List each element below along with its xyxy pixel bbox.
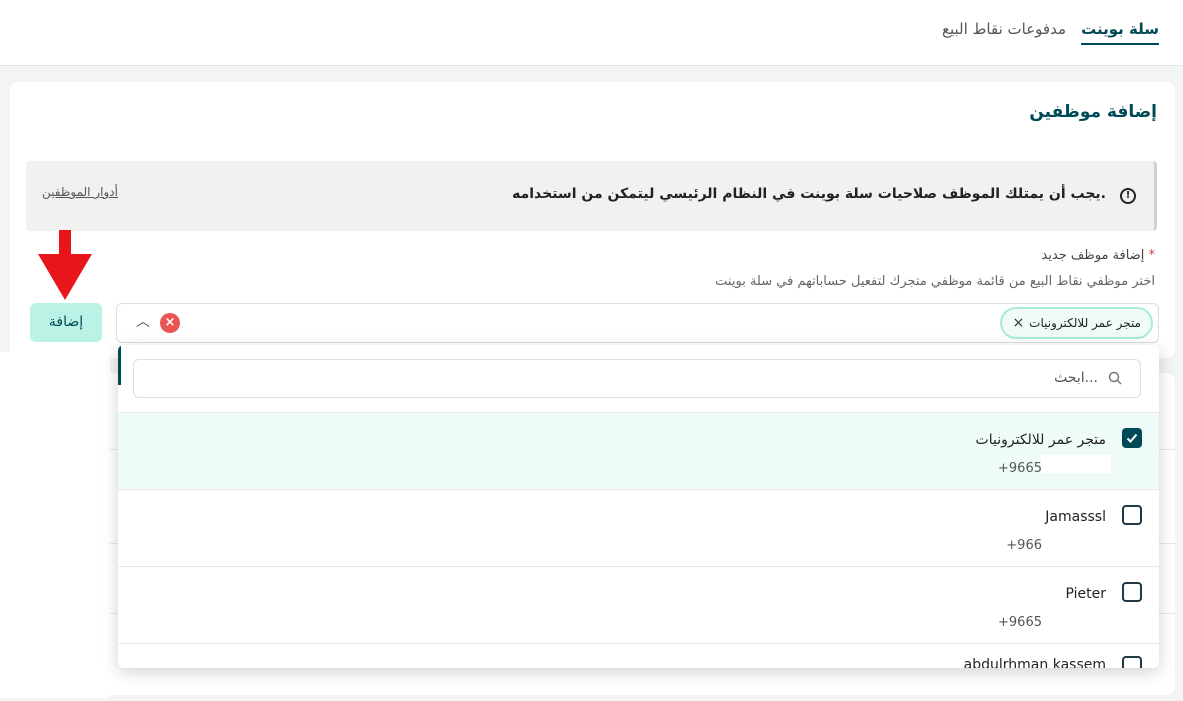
search-input[interactable]: ابحث...: [133, 359, 1141, 398]
search-icon: [1108, 371, 1122, 385]
required-mark: *: [1148, 248, 1156, 263]
option-phone: +9665: [998, 461, 1042, 476]
tab-salla-point[interactable]: سلة بوينت: [1081, 20, 1159, 45]
checkbox-checked[interactable]: [1122, 428, 1142, 448]
option-name: Jamasssl: [1045, 509, 1106, 525]
tab-pos-payments[interactable]: مدفوعات نقاط البيع: [942, 20, 1066, 38]
option-name: abdulrhman kassem: [963, 657, 1106, 668]
employee-multiselect[interactable]: متجر عمر للالكترونيات × × ︿: [116, 303, 1159, 343]
field-label: إضافة موظف جديد *: [1042, 248, 1156, 263]
checkbox[interactable]: [1122, 582, 1142, 602]
field-help-text: اختر موظفي نقاط البيع من قائمة موظفي متج…: [715, 274, 1155, 289]
employee-dropdown: ابحث... متجر عمر للالكترونيات +9665 Jama…: [118, 345, 1159, 668]
list-item[interactable]: Pieter +9665: [118, 566, 1159, 643]
dropdown-focus-edge: [118, 345, 121, 385]
arrow-shaft: [59, 230, 71, 256]
redaction-block: [1041, 455, 1111, 473]
list-item[interactable]: Jamasssl +966: [118, 489, 1159, 566]
list-item[interactable]: متجر عمر للالكترونيات +9665: [118, 412, 1159, 489]
left-blank-area: [0, 352, 110, 698]
permissions-alert: ! يجب أن يمتلك الموظف صلاحيات سلة بوينت …: [26, 161, 1157, 231]
check-icon: [1126, 433, 1138, 443]
checkbox[interactable]: [1122, 656, 1142, 668]
option-phone: +9665: [998, 615, 1042, 630]
card-title: إضافة موظفين: [1029, 102, 1157, 122]
field-label-text: إضافة موظف جديد: [1041, 248, 1145, 263]
add-employees-card: إضافة موظفين ! يجب أن يمتلك الموظف صلاحي…: [10, 82, 1175, 358]
info-icon: !: [1120, 188, 1136, 204]
chevron-up-icon[interactable]: ︿: [136, 311, 150, 331]
remove-chip-icon[interactable]: ×: [1012, 315, 1024, 331]
add-button[interactable]: إضافة: [30, 303, 102, 342]
top-tab-bar: سلة بوينت مدفوعات نقاط البيع: [0, 0, 1183, 66]
employee-roles-link[interactable]: أدوار الموظفين: [42, 185, 118, 199]
selected-employee-chip: متجر عمر للالكترونيات ×: [1000, 307, 1153, 339]
chip-label: متجر عمر للالكترونيات: [1029, 316, 1141, 330]
arrow-head: [38, 254, 92, 300]
list-item[interactable]: abdulrhman kassem: [118, 643, 1159, 668]
option-name: متجر عمر للالكترونيات: [975, 432, 1106, 448]
option-name: Pieter: [1065, 586, 1107, 602]
alert-message: يجب أن يمتلك الموظف صلاحيات سلة بوينت في…: [512, 186, 1106, 202]
search-placeholder: ابحث...: [1054, 370, 1098, 386]
red-arrow-annotation-icon: [38, 230, 92, 300]
checkbox[interactable]: [1122, 505, 1142, 525]
clear-selection-icon[interactable]: ×: [160, 313, 180, 333]
option-phone: +966: [1006, 538, 1042, 553]
